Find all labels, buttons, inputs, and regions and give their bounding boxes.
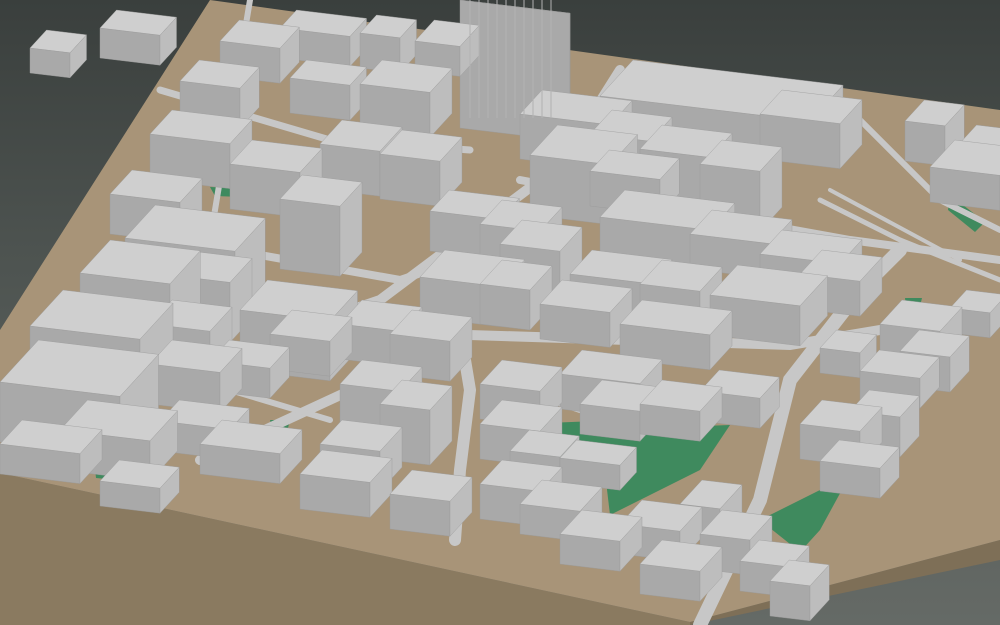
building-block (539, 279, 633, 348)
building-block (99, 459, 180, 514)
map-viewport[interactable] (0, 0, 1000, 625)
building-block (299, 449, 393, 518)
building-block (559, 439, 637, 491)
building-block (0, 419, 103, 485)
building-block (199, 419, 303, 485)
building-block (29, 29, 87, 79)
building-block (289, 59, 367, 121)
building-block (819, 439, 900, 499)
building-block (149, 339, 243, 413)
building-block (279, 174, 363, 277)
city-model (0, 0, 1000, 625)
building-block (99, 9, 177, 66)
